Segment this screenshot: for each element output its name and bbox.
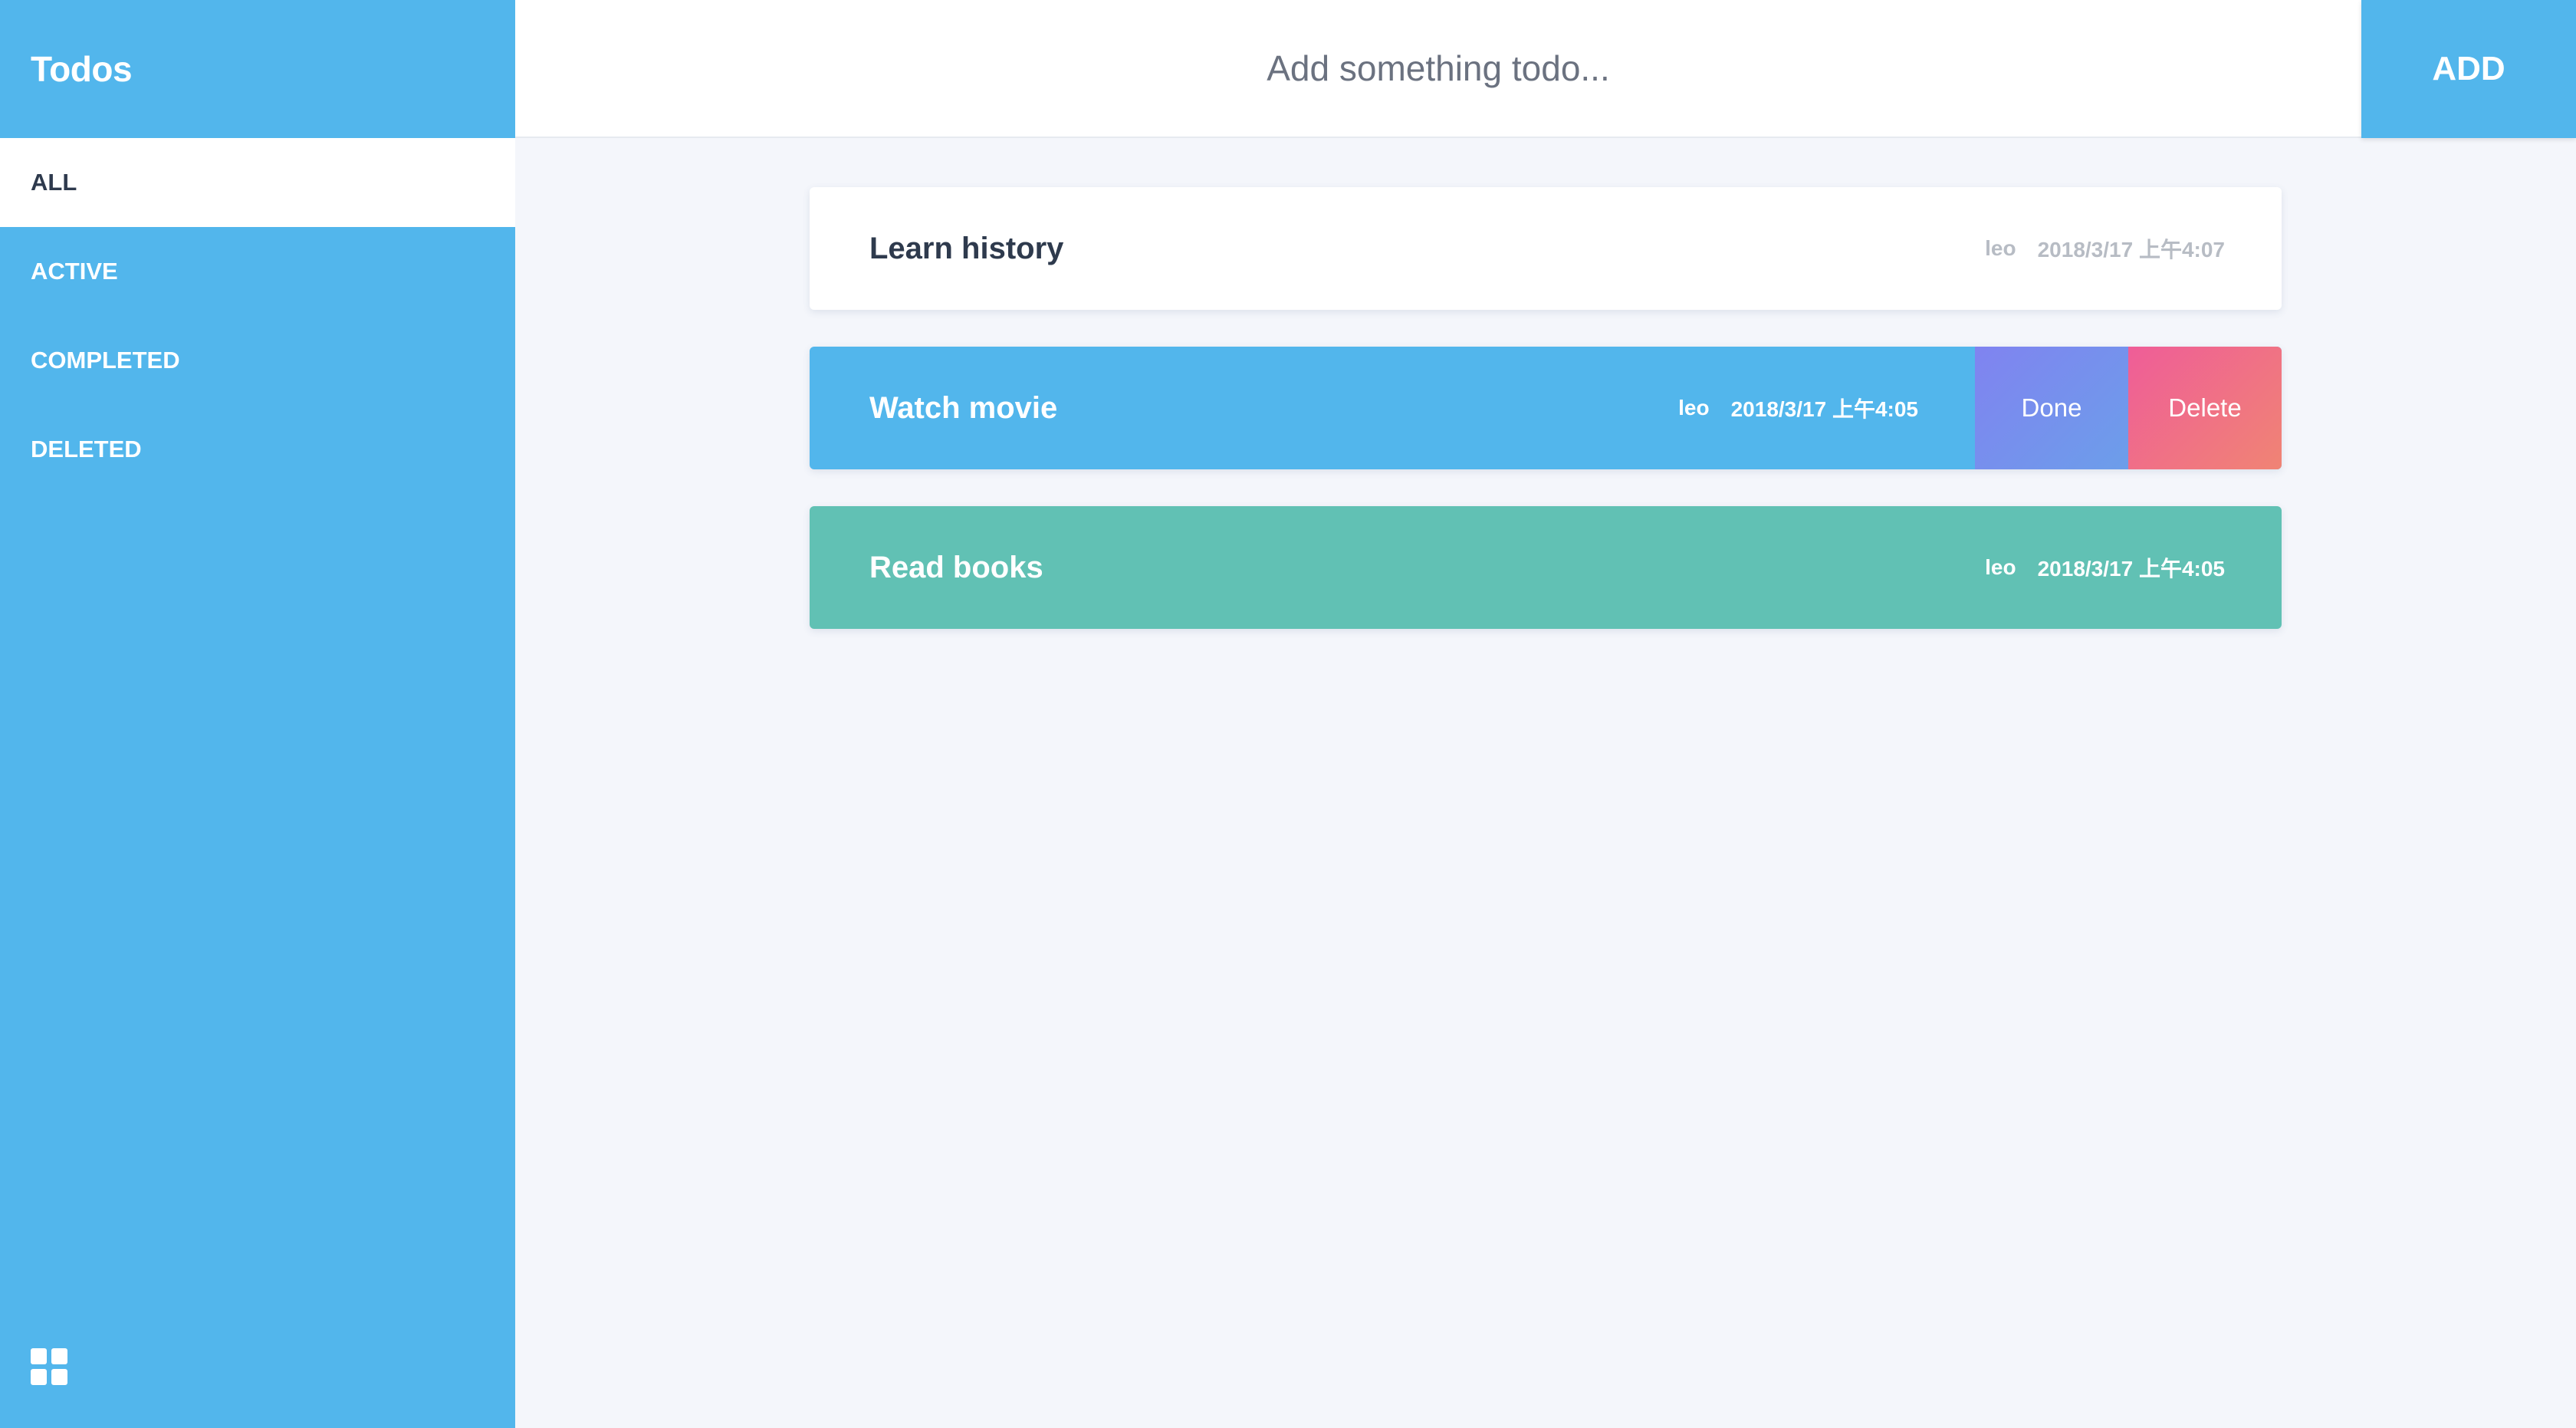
sidebar-item-completed[interactable]: COMPLETED (0, 316, 515, 405)
app-title: Todos (31, 49, 133, 89)
grid-icon-cell (31, 1348, 47, 1364)
todo-author: leo (1985, 236, 2016, 260)
header-bar: ADD (515, 0, 2576, 138)
todo-title: Learn history (869, 231, 1064, 265)
grid-icon-cell (51, 1369, 67, 1385)
todo-time: 2018/3/17 上午4:05 (2037, 557, 2225, 581)
todo-title: Watch movie (869, 390, 1058, 425)
grid-icon[interactable] (31, 1348, 67, 1385)
sidebar-item-all[interactable]: ALL (0, 138, 515, 227)
todo-input[interactable] (515, 0, 2361, 137)
todo-item[interactable]: Learn history leo 2018/3/17 上午4:07 (810, 187, 2282, 310)
add-button[interactable]: ADD (2361, 0, 2576, 138)
delete-button[interactable]: Delete (2128, 347, 2282, 469)
sidebar: Todos ALL ACTIVE COMPLETED DELETED (0, 0, 515, 1428)
todo-meta: leo 2018/3/17 上午4:07 (1985, 187, 2225, 310)
grid-icon-cell (31, 1369, 47, 1385)
todo-meta: leo 2018/3/17 上午4:05 (1985, 506, 2225, 629)
todo-time: 2018/3/17 上午4:05 (1730, 397, 1918, 421)
todo-item[interactable]: Watch movie leo 2018/3/17 上午4:05 Done De… (810, 347, 2282, 469)
todo-list: Learn history leo 2018/3/17 上午4:07 Watch… (810, 187, 2282, 666)
todo-time: 2018/3/17 上午4:07 (2037, 238, 2225, 262)
todo-item[interactable]: Read books leo 2018/3/17 上午4:05 (810, 506, 2282, 629)
sidebar-item-deleted[interactable]: DELETED (0, 405, 515, 494)
done-button[interactable]: Done (1975, 347, 2128, 469)
todo-author: leo (1678, 396, 1710, 420)
todo-title: Read books (869, 550, 1043, 584)
sidebar-item-active[interactable]: ACTIVE (0, 227, 515, 316)
todo-author: leo (1985, 555, 2016, 579)
todo-meta: leo 2018/3/17 上午4:05 (1678, 347, 1918, 469)
grid-icon-cell (51, 1348, 67, 1364)
